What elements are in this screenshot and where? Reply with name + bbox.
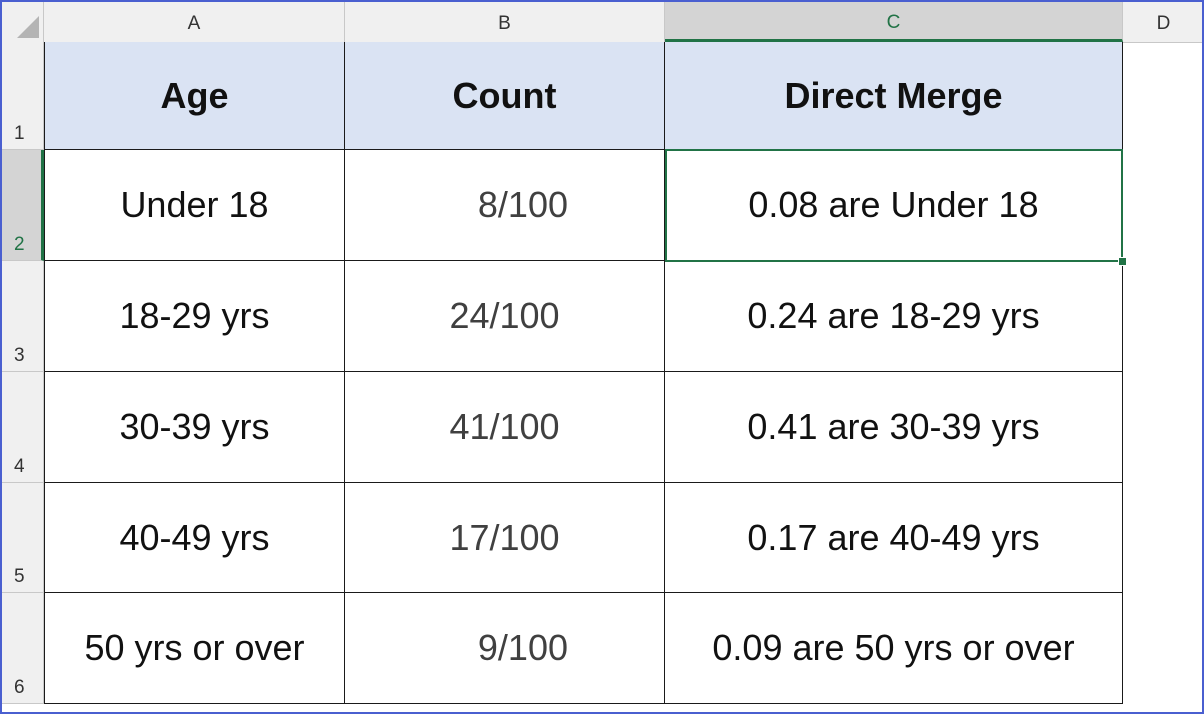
cell-b4[interactable]: 41/100 xyxy=(345,372,665,483)
cell-c3[interactable]: 0.24 are 18-29 yrs xyxy=(665,261,1123,372)
cell-a2[interactable]: Under 18 xyxy=(44,150,345,261)
cell-b3[interactable]: 24/100 xyxy=(345,261,665,372)
cell-c6[interactable]: 0.09 are 50 yrs or over xyxy=(665,593,1123,704)
cell-b6[interactable]: 9/100 xyxy=(345,593,665,704)
cell-c2[interactable]: 0.08 are Under 18 xyxy=(665,150,1123,261)
column-header-a[interactable]: A xyxy=(44,0,345,42)
row-header-2[interactable]: 2 xyxy=(0,150,44,261)
column-header-c[interactable]: C xyxy=(665,0,1123,42)
cell-a3[interactable]: 18-29 yrs xyxy=(44,261,345,372)
cell-b5[interactable]: 17/100 xyxy=(345,483,665,593)
column-header-b[interactable]: B xyxy=(345,0,665,42)
select-all-icon xyxy=(17,16,39,38)
cell-c1-header-direct-merge[interactable]: Direct Merge xyxy=(665,42,1123,150)
cell-a6[interactable]: 50 yrs or over xyxy=(44,593,345,704)
cell-a4[interactable]: 30-39 yrs xyxy=(44,372,345,483)
column-header-bar: A B C D xyxy=(0,0,1204,43)
column-header-d[interactable]: D xyxy=(1123,0,1204,42)
cell-c5[interactable]: 0.17 are 40-49 yrs xyxy=(665,483,1123,593)
row-header-1[interactable]: 1 xyxy=(0,42,44,150)
cell-a5[interactable]: 40-49 yrs xyxy=(44,483,345,593)
row-header-6[interactable]: 6 xyxy=(0,593,44,704)
fill-handle[interactable] xyxy=(1118,257,1127,266)
row-header-5[interactable]: 5 xyxy=(0,483,44,593)
cell-b2[interactable]: 8/100 xyxy=(345,150,665,261)
cell-b1-header-count[interactable]: Count xyxy=(345,42,665,150)
cell-a1-header-age[interactable]: Age xyxy=(44,42,345,150)
select-all-button[interactable] xyxy=(0,0,44,42)
cell-c4[interactable]: 0.41 are 30-39 yrs xyxy=(665,372,1123,483)
row-header-3[interactable]: 3 xyxy=(0,261,44,372)
row-header-4[interactable]: 4 xyxy=(0,372,44,483)
